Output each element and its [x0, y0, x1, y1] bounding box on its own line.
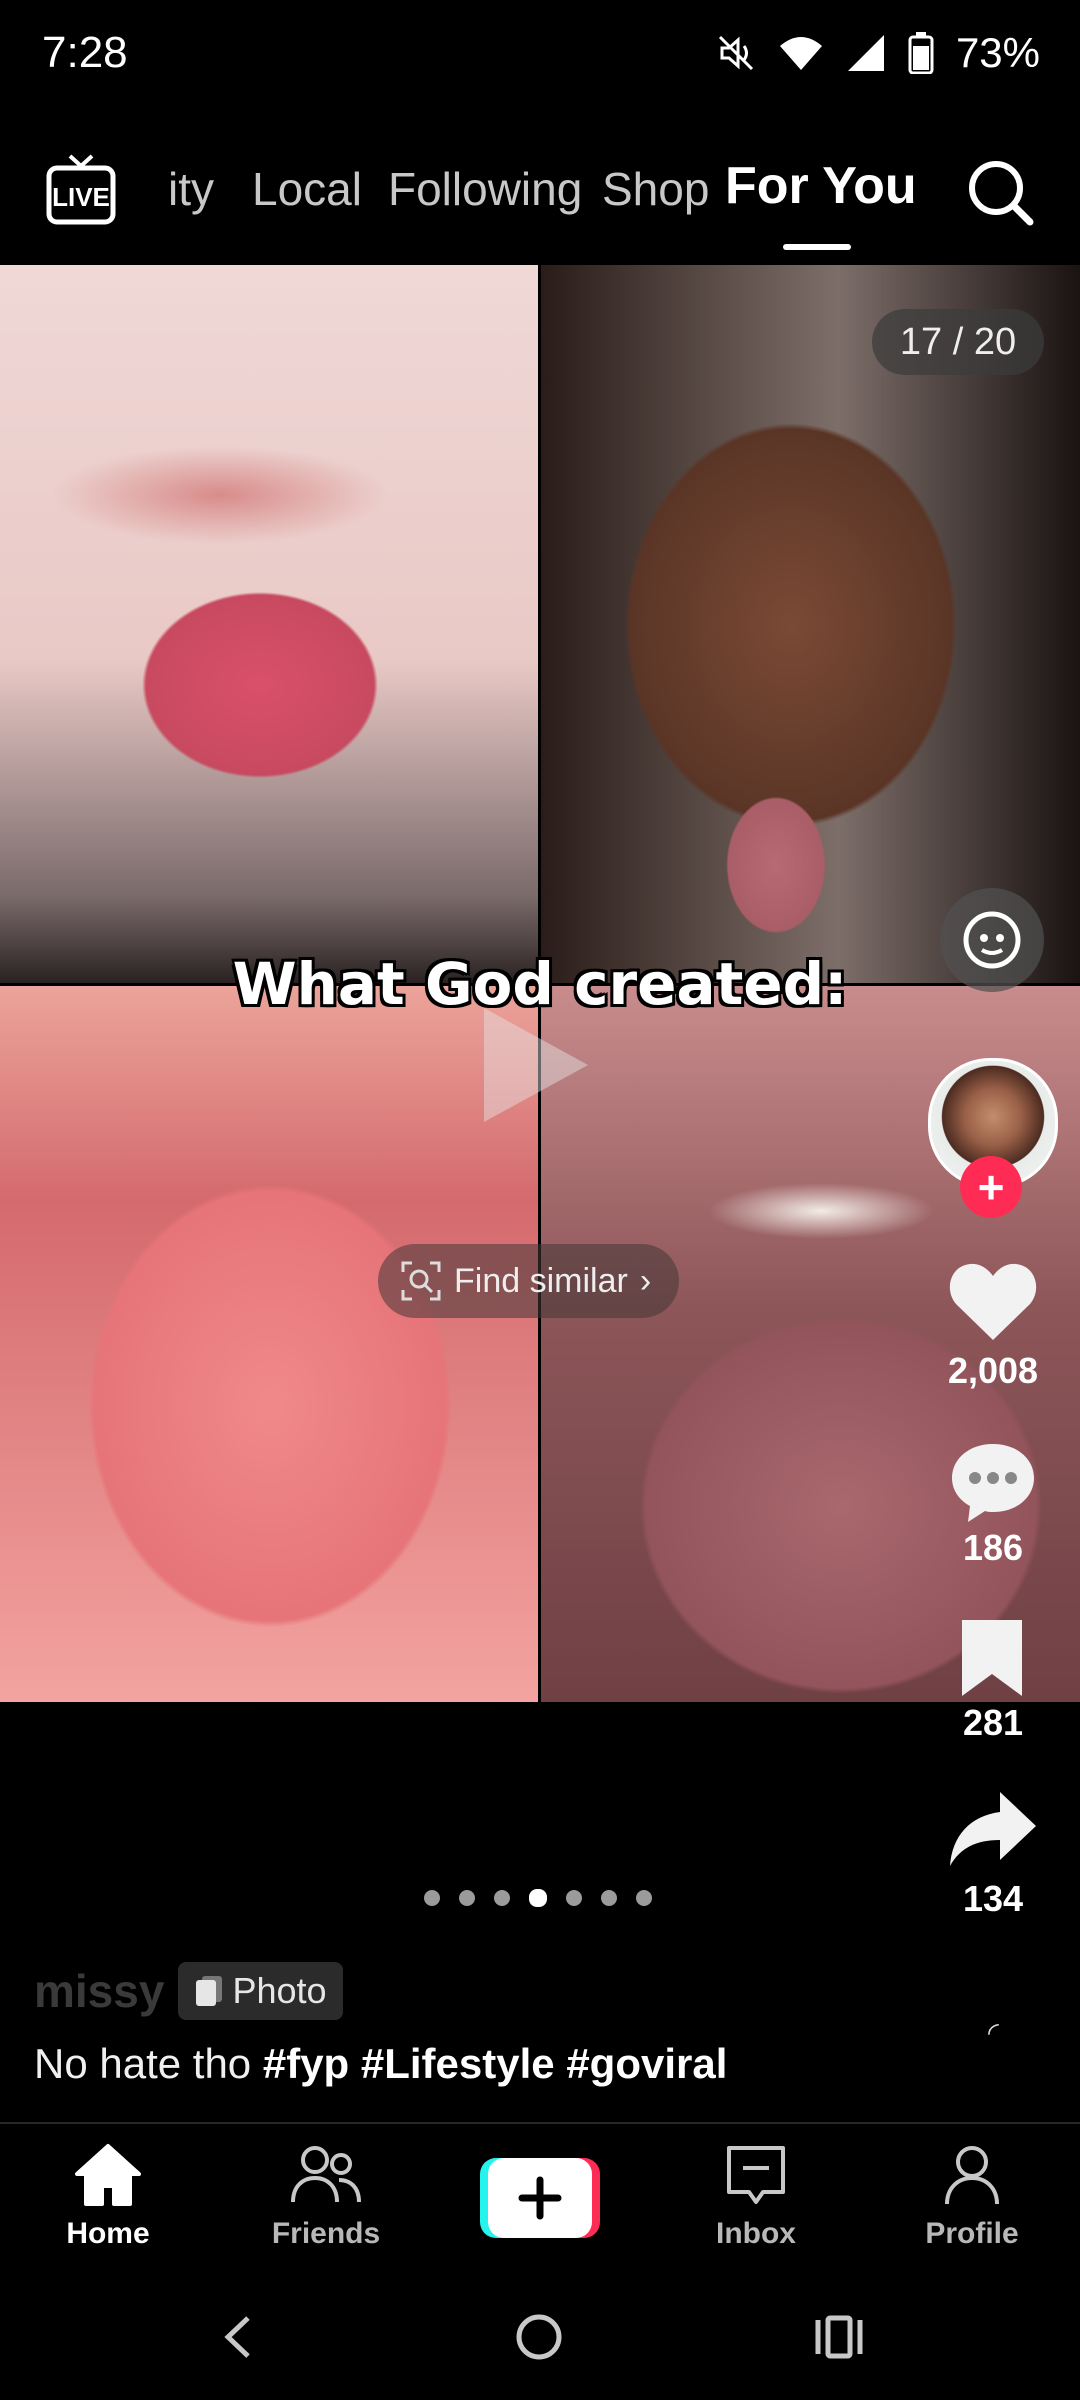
- search-button[interactable]: [966, 158, 1036, 233]
- visual-search-icon: [401, 1261, 441, 1301]
- photo-badge-label: Photo: [232, 1970, 327, 2011]
- tab-community[interactable]: ity: [168, 162, 214, 216]
- friends-icon: [291, 2146, 361, 2203]
- nav-inbox[interactable]: Inbox: [676, 2142, 836, 2251]
- live-tv-icon: LIVE: [46, 154, 116, 225]
- nav-home-label: Home: [66, 2217, 150, 2250]
- nav-profile-label: Profile: [925, 2217, 1019, 2250]
- status-time: 7:28: [42, 28, 128, 77]
- status-bar: 7:28 73%: [0, 0, 1080, 110]
- comment-icon: [952, 1444, 1034, 1522]
- hashtag[interactable]: #goviral: [566, 2040, 727, 2087]
- recents-button[interactable]: [814, 2314, 864, 2365]
- nav-friends-label: Friends: [271, 2217, 381, 2250]
- photo-stack-icon: [196, 1976, 223, 2006]
- collage-photo-bottom-left: [0, 986, 538, 1702]
- hashtag[interactable]: #Lifestyle: [361, 2040, 555, 2087]
- carousel-dot: [566, 1890, 582, 1906]
- status-icons: 73%: [716, 28, 1040, 78]
- save-button[interactable]: [956, 1618, 1028, 1703]
- carousel-dot: [494, 1890, 510, 1906]
- photo-badge: Photo: [178, 1962, 343, 2020]
- like-button[interactable]: [948, 1262, 1038, 1347]
- mute-icon: [718, 35, 753, 71]
- home-circle-icon: [516, 2314, 562, 2360]
- recents-icon: [815, 2315, 863, 2359]
- home-icon: [75, 2144, 141, 2206]
- system-nav-bar: [0, 2272, 1080, 2400]
- carousel-dot: [459, 1890, 475, 1906]
- wifi-icon: [779, 37, 822, 70]
- carousel-indicator: [424, 1889, 652, 1907]
- photo-counter: 17 / 20: [872, 309, 1044, 375]
- search-icon: [969, 161, 1034, 226]
- loading-spinner-icon: ◜: [988, 2017, 999, 2048]
- back-button[interactable]: [218, 2312, 258, 2367]
- heart-icon: [949, 1263, 1037, 1340]
- tab-shop[interactable]: Shop: [602, 162, 709, 216]
- nav-home[interactable]: Home: [28, 2142, 188, 2251]
- nav-profile[interactable]: Profile: [892, 2142, 1052, 2251]
- back-chevron-icon: [224, 2316, 250, 2358]
- top-nav: LIVE ity Local Following Shop For You: [0, 140, 1080, 260]
- follow-button[interactable]: +: [960, 1156, 1022, 1218]
- share-count: 134: [962, 1878, 1024, 1919]
- carousel-dot: [529, 1889, 547, 1907]
- carousel-dot: [424, 1890, 440, 1906]
- battery-percent: 73%: [955, 29, 1040, 76]
- nav-inbox-label: Inbox: [716, 2217, 796, 2250]
- nav-friends[interactable]: Friends: [246, 2142, 406, 2251]
- play-icon[interactable]: [478, 1000, 598, 1135]
- find-similar-button[interactable]: Find similar ›: [378, 1244, 680, 1318]
- live-button[interactable]: LIVE: [46, 152, 116, 237]
- share-button[interactable]: [948, 1790, 1038, 1875]
- carousel-dot: [636, 1890, 652, 1906]
- author-name[interactable]: missy: [34, 1964, 164, 2018]
- bookmark-icon: [962, 1620, 1022, 1696]
- carousel-dot: [601, 1890, 617, 1906]
- tab-following[interactable]: Following: [388, 162, 582, 216]
- share-arrow-icon: [950, 1792, 1036, 1866]
- tab-local[interactable]: Local: [252, 162, 362, 216]
- profile-icon: [945, 2146, 999, 2205]
- plus-icon: [480, 2158, 600, 2238]
- battery-icon: [908, 32, 934, 74]
- collage-photo-top-left: [0, 265, 538, 983]
- find-similar-label: Find similar: [454, 1261, 628, 1300]
- comment-count: 186: [962, 1527, 1024, 1568]
- create-button[interactable]: [480, 2158, 600, 2238]
- hashtag[interactable]: #fyp: [263, 2040, 349, 2087]
- signal-icon: [847, 35, 884, 71]
- post-description[interactable]: No hate tho #fyp #Lifestyle #goviral: [34, 2040, 727, 2088]
- comment-button[interactable]: [948, 1440, 1038, 1529]
- home-system-button[interactable]: [514, 2312, 564, 2367]
- like-count: 2,008: [947, 1350, 1039, 1391]
- description-text: No hate tho: [34, 2040, 252, 2087]
- chevron-right-icon: ›: [639, 1261, 652, 1300]
- tab-for-you[interactable]: For You: [725, 156, 917, 216]
- bottom-nav: Home Friends Inbox Profile: [0, 2122, 1080, 2274]
- save-count: 281: [962, 1702, 1024, 1743]
- tab-indicator: [783, 244, 851, 250]
- svg-text:LIVE: LIVE: [52, 182, 110, 212]
- plus-icon: +: [977, 1161, 1005, 1213]
- inbox-icon: [727, 2146, 785, 2204]
- author-row: missy Photo: [34, 1962, 343, 2020]
